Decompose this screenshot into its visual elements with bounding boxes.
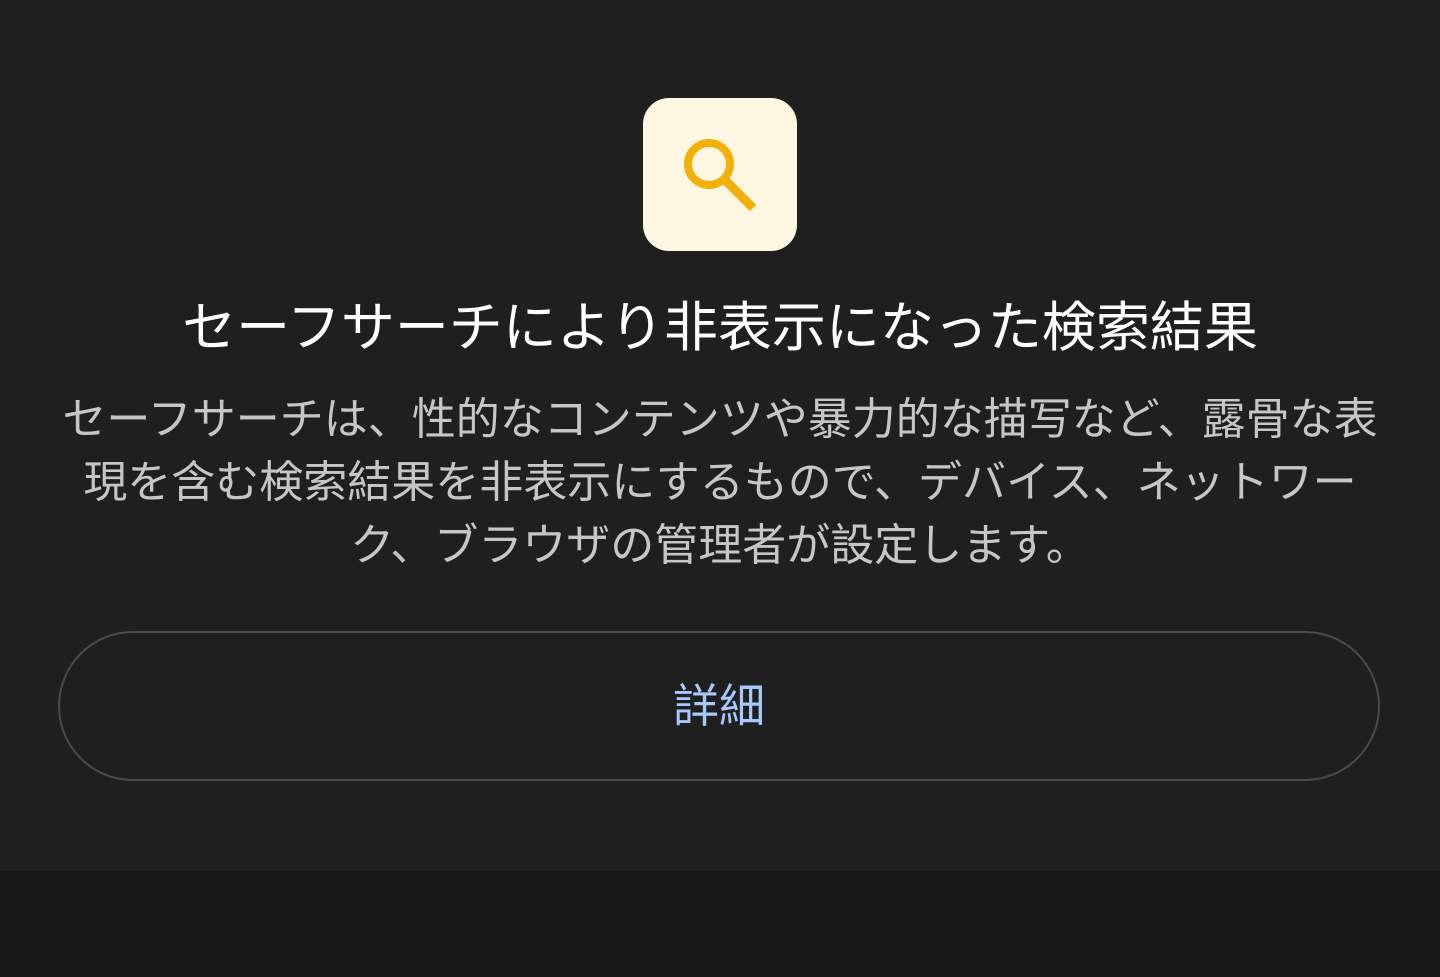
page-title: セーフサーチにより非表示になった検索結果	[182, 296, 1258, 359]
details-button-label: 詳細	[673, 679, 765, 733]
search-icon	[675, 130, 765, 220]
details-button[interactable]: 詳細	[58, 631, 1380, 781]
safesearch-panel: セーフサーチにより非表示になった検索結果 セーフサーチは、性的なコンテンツや暴力…	[0, 0, 1440, 871]
safesearch-description: セーフサーチは、性的なコンテンツや暴力的な描写など、露骨な表現を含む検索結果を非…	[62, 394, 1378, 571]
search-icon-tile	[643, 98, 797, 251]
bottom-bar	[0, 871, 1440, 977]
